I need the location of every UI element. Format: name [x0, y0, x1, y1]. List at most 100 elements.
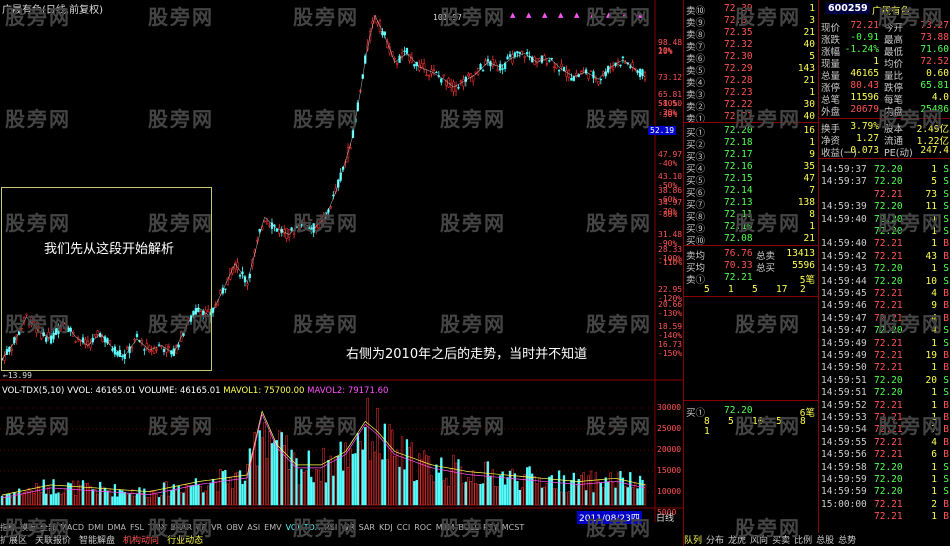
tick-price: 72.21 [874, 511, 903, 523]
bid-row[interactable]: 买⑥ 72.14 7 [684, 185, 818, 199]
bottom-tab[interactable]: 扩展区 [0, 536, 27, 546]
indicator-tab-EMV[interactable]: EMV [264, 523, 281, 532]
volume-bar [555, 488, 558, 506]
ask-queue-header[interactable]: 卖① 72.21 5笔 [684, 272, 818, 286]
bid-row[interactable]: 买⑦ 72.13 138 [684, 197, 818, 211]
tick-side: S [943, 337, 949, 349]
volume-bar [462, 483, 465, 506]
indicator-tab-VOL-TDX[interactable]: VOL-TDX [286, 523, 321, 532]
kline-chart-area[interactable]: ▲ ▲ ▲ ▲ ▲ ▲ ▲ ▲ ▲ 广晟有色(日线,前复权) 101.97 ←13.99 52.… [0, 0, 683, 546]
indicator-tab-模板[interactable]: 模板 [20, 523, 36, 532]
volume-bar [72, 480, 75, 506]
indicator-tab-PSY[interactable]: PSY [483, 523, 498, 532]
indicator-tab-OBV[interactable]: OBV [226, 523, 243, 532]
axis-pct: -30% [658, 110, 678, 119]
indicator-tab-CCI[interactable]: CCI [397, 523, 411, 532]
bid-row[interactable]: 买④ 72.16 35 [684, 161, 818, 175]
bottom-tab[interactable]: 行业动态 [167, 536, 203, 546]
volume-bar [175, 489, 178, 506]
ob-volume: 3 [809, 15, 815, 26]
panel-tab[interactable]: 分布 [706, 536, 724, 546]
indicator-tab-WR[interactable]: WR [341, 523, 354, 532]
volume-bar [84, 483, 87, 506]
bottom-tab[interactable]: 智能解盘 [79, 536, 115, 546]
panel-tab[interactable]: 队列 [684, 536, 702, 546]
bid-row[interactable]: 买⑩ 72.08 21 [684, 233, 818, 247]
quote-value: 0.60 [926, 68, 949, 79]
indicator-tab-指标[interactable]: 指标 [0, 523, 16, 532]
bottom-tab[interactable]: 机构动向 [123, 536, 159, 546]
tick-row: 15:00:00 72.21 2 B [818, 499, 950, 511]
bid-row[interactable]: 买③ 72.17 9 [684, 149, 818, 163]
indicator-tab-DMA[interactable]: DMA [107, 523, 126, 532]
tick-side: S [943, 188, 949, 200]
indicator-tab-ASI[interactable]: ASI [247, 523, 260, 532]
quote-separator [818, 118, 950, 119]
quote-value: 1.27 [856, 133, 879, 144]
ask-queue-items: 5 1 5 17 2 [684, 284, 818, 296]
volume-bar [511, 468, 514, 506]
panel-tab[interactable]: 总势 [838, 536, 856, 546]
panel-tab[interactable]: 龙虎 [728, 536, 746, 546]
ob-separator [684, 122, 818, 123]
indicator-tab-MACD[interactable]: MACD [60, 523, 84, 532]
bid-row[interactable]: 买① 72.20 16 [684, 125, 818, 139]
volume-bar [204, 490, 207, 506]
volume-bar [126, 494, 129, 506]
axis-price: 73.12 [658, 73, 683, 82]
ask-row[interactable]: 卖② 72.22 30 [684, 99, 818, 113]
ask-row[interactable]: 卖⑥ 72.30 5 [684, 51, 818, 65]
indicator-tab-KDJ[interactable]: KDJ [379, 523, 393, 532]
candle [462, 75, 465, 91]
ask-row[interactable]: 卖④ 72.28 21 [684, 75, 818, 89]
quote-key: 内盘 [884, 107, 904, 118]
bid-row[interactable]: 买⑨ 72.10 1 [684, 221, 818, 235]
axis-price: 47.97 [658, 150, 683, 159]
candle [587, 73, 590, 81]
ob-separator [684, 245, 818, 246]
indicator-tab-BRAR[interactable]: BRAR [170, 523, 192, 532]
panel-tab[interactable]: 风向 [750, 536, 768, 546]
tick-time: 14:59:47 [821, 325, 867, 337]
volume-bar [113, 484, 117, 506]
ask-row[interactable]: 卖⑨ 72.37 3 [684, 15, 818, 29]
bottom-tab[interactable]: 关联报价 [35, 536, 71, 546]
ask-row[interactable]: 卖③ 72.23 1 [684, 87, 818, 101]
ask-row[interactable]: 卖⑤ 72.29 143 [684, 63, 818, 77]
indicator-tab-TRIX[interactable]: TRIX [148, 523, 166, 532]
indicator-tab-MTM[interactable]: MTM [436, 523, 455, 532]
volume-bar [557, 470, 561, 506]
quote-row: 换手 3.79% 股本 2.49亿 [818, 121, 950, 135]
panel-tab[interactable]: 买卖 [772, 536, 790, 546]
bottom-tabs[interactable]: 扩展区 关联报价 智能解盘 机构动向 行业动态 [0, 533, 683, 546]
ask-row[interactable]: 卖⑧ 72.35 21 [684, 27, 818, 41]
panel-tabs[interactable]: 队列 分布 龙虎 风向 买卖 比例 总股 总势 [684, 533, 950, 546]
bid-row[interactable]: 买② 72.18 1 [684, 137, 818, 151]
ask-row[interactable]: 卖⑩ 72.39 1 [684, 3, 818, 17]
selection-box[interactable] [1, 187, 212, 371]
candle [278, 223, 281, 238]
volume-bar [565, 492, 568, 506]
bid-row[interactable]: 买⑧ 72.11 8 [684, 209, 818, 223]
indicator-tab-BOLL[interactable]: BOLL [458, 523, 479, 532]
ob-price: 72.21 [724, 111, 753, 122]
indicator-tab-RSI[interactable]: RSI [324, 523, 337, 532]
volume-bar [280, 432, 283, 506]
ask-row[interactable]: 卖⑦ 72.32 40 [684, 39, 818, 53]
panel-tab[interactable]: 比例 [794, 536, 812, 546]
volume-bar [13, 492, 16, 506]
indicator-tab-CR[interactable]: CR [196, 523, 207, 532]
indicator-tab-全部[interactable]: 全部 [40, 523, 56, 532]
bid-row[interactable]: 买⑤ 72.15 47 [684, 173, 818, 187]
volume-bar [57, 492, 60, 506]
indicator-tab-SAR[interactable]: SAR [359, 523, 375, 532]
volume-indicator-label[interactable]: VOL-TDX(5,10) VVOL: 46165.01 VOLUME: 461… [2, 386, 388, 396]
panel-tab[interactable]: 总股 [816, 536, 834, 546]
indicator-tab-VR[interactable]: VR [211, 523, 222, 532]
tick-price: 72.20 [874, 461, 903, 473]
indicator-tab-DMI[interactable]: DMI [88, 523, 103, 532]
indicator-tab-MCST[interactable]: MCST [502, 523, 524, 532]
indicator-tab-ROC[interactable]: ROC [414, 523, 431, 532]
right-axis-label: 20.66 -130% [658, 300, 682, 318]
indicator-tab-FSL[interactable]: FSL [130, 523, 144, 532]
